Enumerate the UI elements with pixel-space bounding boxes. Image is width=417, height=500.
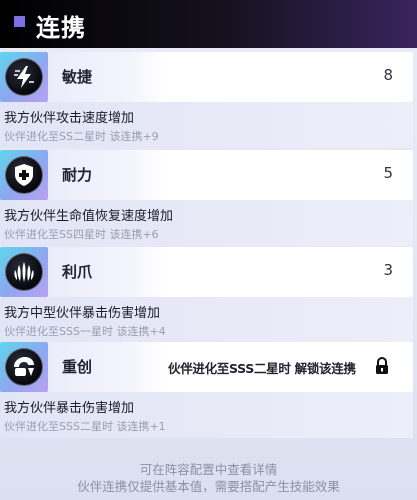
skill-upgrade-note: 伙伴进化至SSS二星时 该连携+1	[4, 420, 166, 433]
combo-card-endurance[interactable]: 耐力 5 我方伙伴生命值恢复速度增加 伙伴进化至SS四星时 该连携+6	[0, 150, 413, 246]
card-body: 我方伙伴攻击速度增加 伙伴进化至SS二星时 该连携+9	[0, 102, 413, 148]
skill-name: 敏捷	[62, 68, 93, 86]
lightning-bolt-icon	[5, 58, 43, 96]
skill-level: 5	[383, 164, 393, 182]
header-bar: 连携	[0, 0, 417, 48]
card-header: 重创 伙伴进化至SSS二星时 解锁该连携	[0, 342, 413, 392]
skill-icon-frame	[0, 150, 48, 200]
skill-level: 3	[383, 261, 393, 279]
card-header: 耐力 5	[0, 150, 413, 200]
footer-hint: 可在阵容配置中查看详情 伙伴连携仅提供基本值，需要搭配产生技能效果	[0, 461, 417, 495]
skill-description: 我方中型伙伴暴击伤害增加	[4, 306, 161, 321]
skill-description: 我方伙伴攻击速度增加	[4, 111, 135, 126]
card-body: 我方伙伴暴击伤害增加 伙伴进化至SSS二星时 该连携+1	[0, 392, 413, 438]
claw-icon	[5, 253, 43, 291]
skill-description: 我方伙伴暴击伤害增加	[4, 401, 135, 416]
card-body: 我方伙伴生命值恢复速度增加 伙伴进化至SS四星时 该连携+6	[0, 200, 413, 246]
skill-level: 8	[383, 66, 393, 84]
skill-icon-frame	[0, 247, 48, 297]
card-body: 我方中型伙伴暴击伤害增加 伙伴进化至SSS一星时 该连携+4	[0, 297, 413, 343]
footer-line-2: 伙伴连携仅提供基本值，需要搭配产生技能效果	[77, 479, 340, 494]
lock-icon	[374, 356, 390, 375]
card-header: 敏捷 8	[0, 52, 413, 102]
skill-name: 利爪	[62, 263, 93, 281]
combo-card-claw[interactable]: 利爪 3 我方中型伙伴暴击伤害增加 伙伴进化至SSS一星时 该连携+4	[0, 247, 413, 343]
heavy-blow-icon	[5, 348, 43, 386]
skill-name: 耐力	[62, 166, 93, 184]
skill-upgrade-note: 伙伴进化至SS二星时 该连携+9	[4, 130, 159, 143]
skill-icon-frame	[0, 52, 48, 102]
footer-line-1: 可在阵容配置中查看详情	[139, 462, 278, 477]
combo-card-heavy-blow[interactable]: 重创 伙伴进化至SSS二星时 解锁该连携 我方伙伴暴击伤害增加 伙伴进化至SSS…	[0, 342, 413, 438]
card-header: 利爪 3	[0, 247, 413, 297]
skill-upgrade-note: 伙伴进化至SSS一星时 该连携+4	[4, 325, 166, 338]
header-accent-mark	[14, 16, 25, 27]
page-title: 连携	[36, 14, 86, 42]
combo-card-agility[interactable]: 敏捷 8 我方伙伴攻击速度增加 伙伴进化至SS二星时 该连携+9	[0, 52, 413, 148]
shield-cross-icon	[5, 156, 43, 194]
skill-name: 重创	[62, 358, 93, 376]
skill-icon-frame	[0, 342, 48, 392]
unlock-requirement: 伙伴进化至SSS二星时 解锁该连携	[168, 361, 356, 376]
skill-upgrade-note: 伙伴进化至SS四星时 该连携+6	[4, 228, 159, 241]
skill-description: 我方伙伴生命值恢复速度增加	[4, 209, 174, 224]
